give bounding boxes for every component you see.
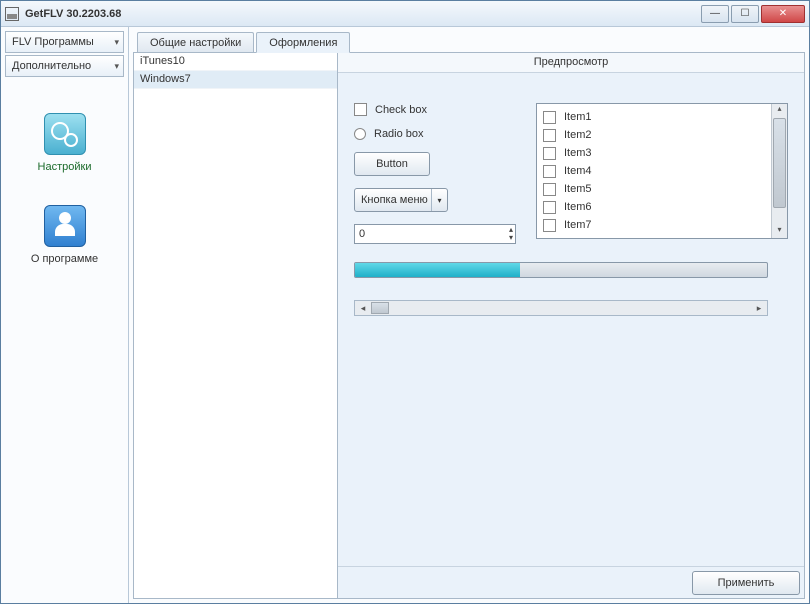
- scroll-down-icon[interactable]: ▾: [772, 225, 787, 238]
- checkbox-icon[interactable]: [543, 111, 556, 124]
- checkbox-icon[interactable]: [543, 165, 556, 178]
- list-item[interactable]: Item3: [543, 144, 765, 162]
- theme-row[interactable]: Windows7: [134, 71, 337, 89]
- menu-button-label: Кнопка меню: [361, 194, 428, 206]
- app-body: FLV Программы Дополнительно Настройки О …: [1, 27, 809, 603]
- sidebar-dropdown-additional[interactable]: Дополнительно: [5, 55, 124, 77]
- checkbox-sample[interactable]: Check box: [354, 103, 516, 116]
- sidebar-dropdown-programs[interactable]: FLV Программы: [5, 31, 124, 53]
- scroll-right-icon[interactable]: ▸: [751, 303, 767, 314]
- list-item[interactable]: Item4: [543, 162, 765, 180]
- radio-sample[interactable]: Radio box: [354, 128, 516, 140]
- sidebar-item-about[interactable]: О программе: [5, 205, 124, 265]
- scroll-thumb[interactable]: [773, 118, 786, 208]
- content: iTunes10 Windows7 Предпросмотр Check box: [133, 53, 805, 599]
- titlebar[interactable]: GetFLV 30.2203.68 — ☐ ✕: [1, 1, 809, 27]
- scroll-left-icon[interactable]: ◂: [355, 303, 371, 314]
- radio-icon[interactable]: [354, 128, 366, 140]
- list-item[interactable]: Item2: [543, 126, 765, 144]
- tabs: Общие настройки Оформления: [133, 31, 805, 53]
- sample-listbox[interactable]: Item1 Item2 Item3 Item4 Item5 Item6 Item…: [536, 103, 788, 239]
- footer: Применить: [338, 566, 804, 598]
- list-item[interactable]: Item5: [543, 180, 765, 198]
- sample-button[interactable]: Button: [354, 152, 430, 176]
- tab-themes[interactable]: Оформления: [256, 32, 350, 53]
- checkbox-icon[interactable]: [543, 183, 556, 196]
- apply-button[interactable]: Применить: [692, 571, 800, 595]
- checkbox-icon[interactable]: [543, 219, 556, 232]
- chevron-down-icon[interactable]: ▾: [431, 189, 447, 211]
- app-window: GetFLV 30.2203.68 — ☐ ✕ FLV Программы До…: [0, 0, 810, 604]
- settings-icon: [44, 113, 86, 155]
- preview-header: Предпросмотр: [338, 53, 804, 73]
- listbox-scrollbar[interactable]: ▴ ▾: [771, 104, 787, 238]
- sample-hscrollbar[interactable]: ◂ ▸: [354, 300, 768, 316]
- theme-list[interactable]: iTunes10 Windows7: [134, 53, 338, 598]
- app-icon: [5, 7, 19, 21]
- list-item[interactable]: Item7: [543, 216, 765, 234]
- spinner-arrows-icon[interactable]: ▴▾: [509, 226, 513, 242]
- checkbox-icon[interactable]: [354, 103, 367, 116]
- sidebar-item-settings[interactable]: Настройки: [5, 113, 124, 173]
- spinner-value: 0: [359, 228, 365, 240]
- radio-label: Radio box: [374, 128, 424, 140]
- about-icon: [44, 205, 86, 247]
- checkbox-icon[interactable]: [543, 201, 556, 214]
- close-button[interactable]: ✕: [761, 5, 805, 23]
- window-controls: — ☐ ✕: [701, 5, 805, 23]
- sample-spinner[interactable]: 0 ▴▾: [354, 224, 516, 244]
- list-item[interactable]: Item1: [543, 108, 765, 126]
- sidebar-item-label: О программе: [31, 253, 98, 265]
- list-item[interactable]: Item6: [543, 198, 765, 216]
- sample-progressbar: [354, 262, 768, 278]
- preview-panel: Предпросмотр Check box Radio box: [338, 53, 804, 598]
- checkbox-icon[interactable]: [543, 147, 556, 160]
- maximize-button[interactable]: ☐: [731, 5, 759, 23]
- tab-general[interactable]: Общие настройки: [137, 32, 254, 52]
- checkbox-label: Check box: [375, 104, 427, 116]
- sidebar: FLV Программы Дополнительно Настройки О …: [1, 27, 129, 603]
- sidebar-item-label: Настройки: [38, 161, 92, 173]
- theme-row[interactable]: iTunes10: [134, 53, 337, 71]
- progress-fill: [355, 263, 520, 277]
- scroll-up-icon[interactable]: ▴: [772, 104, 787, 117]
- main-area: Общие настройки Оформления iTunes10 Wind…: [129, 27, 809, 603]
- preview-body: Check box Radio box Button Кнопка меню ▾: [338, 73, 804, 566]
- window-title: GetFLV 30.2203.68: [25, 8, 701, 20]
- sample-menu-button[interactable]: Кнопка меню ▾: [354, 188, 448, 212]
- scroll-thumb[interactable]: [371, 302, 389, 314]
- minimize-button[interactable]: —: [701, 5, 729, 23]
- checkbox-icon[interactable]: [543, 129, 556, 142]
